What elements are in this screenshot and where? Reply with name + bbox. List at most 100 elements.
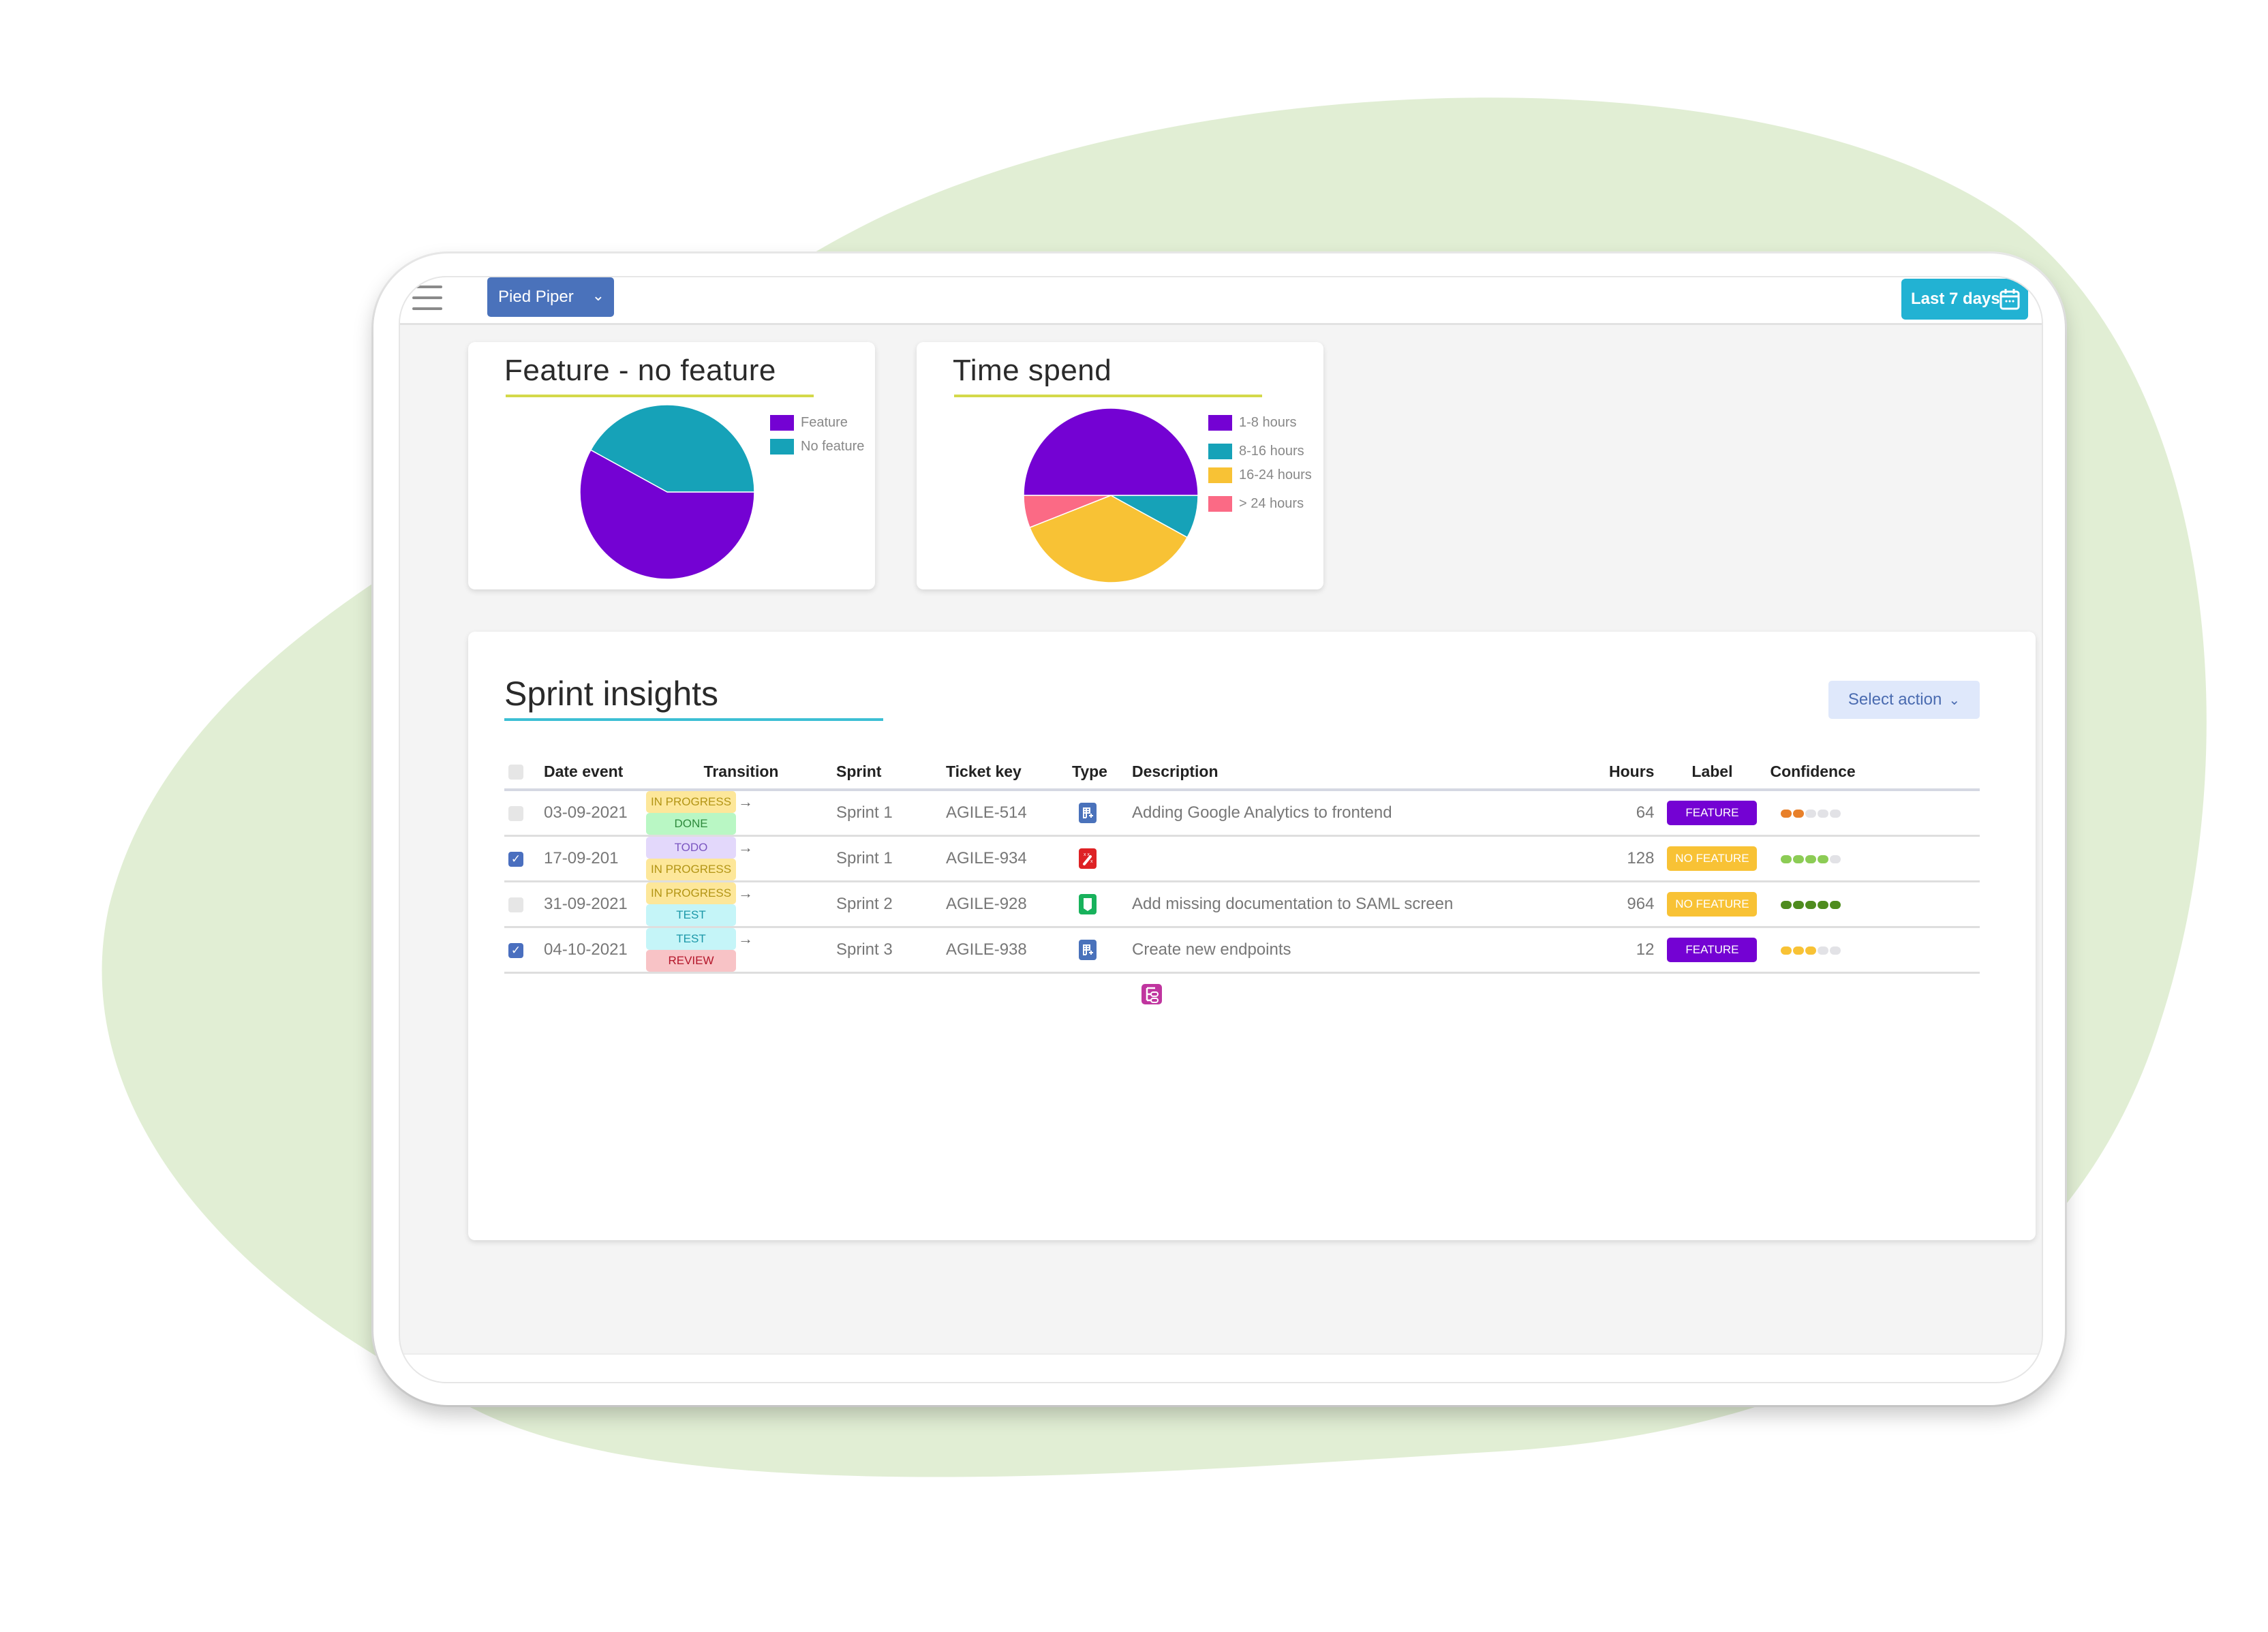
confidence-dot (1793, 810, 1805, 818)
top-bar: Pied Piper ⌄ Last 7 days (400, 277, 2042, 325)
legend-item: 8-16 hours (1208, 444, 1304, 459)
column-type[interactable]: Type (1072, 754, 1132, 791)
legend-item: > 24 hours (1208, 496, 1304, 512)
app-screen: Pied Piper ⌄ Last 7 days Feature - no fe… (399, 276, 2043, 1383)
row-checkbox[interactable]: ✓ (508, 851, 523, 867)
select-all-checkbox[interactable] (508, 765, 523, 780)
date-event-cell: 03-09-2021 (544, 790, 646, 837)
confidence-dot (1830, 855, 1841, 863)
confidence-dot (1830, 810, 1841, 818)
chevron-down-icon: ⌄ (592, 287, 604, 304)
select-action-dropdown[interactable]: Select action ⌄ (1828, 681, 1980, 719)
column-label[interactable]: Label (1654, 754, 1771, 791)
column-hours[interactable]: Hours (1609, 754, 1655, 791)
legend-swatch (1208, 496, 1232, 512)
column-transition[interactable]: Transition (646, 754, 836, 791)
ticket-key-cell[interactable]: AGILE-928 (946, 881, 1072, 928)
confidence-dot (1781, 901, 1792, 909)
row-checkbox[interactable] (508, 897, 523, 912)
status-from-chip: TODO (646, 837, 736, 859)
table-row[interactable]: 31-09-2021 IN PROGRESS →TEST Sprint 2 AGI… (504, 881, 1980, 928)
column-ticket-key[interactable]: Ticket key (946, 754, 1072, 791)
status-to-chip: DONE (646, 813, 736, 835)
table-row[interactable]: ✓ 17-09-201 TODO →IN PROGRESS Sprint 1 AG… (504, 835, 1980, 882)
documentation-icon (1079, 894, 1097, 914)
type-cell (1072, 881, 1132, 928)
label-cell: FEATURE (1654, 927, 1771, 974)
ticket-key-cell[interactable]: AGILE-514 (946, 790, 1072, 837)
confidence-dot (1781, 946, 1792, 955)
hamburger-menu-icon[interactable] (412, 286, 442, 313)
sprint-insights-card: Sprint insights Select action ⌄ Date eve… (468, 632, 2036, 1240)
column-date-event[interactable]: Date event (544, 754, 646, 791)
svg-text:x: x (1090, 859, 1093, 864)
status-from-chip: IN PROGRESS (646, 791, 736, 813)
project-selector[interactable]: Pied Piper ⌄ (487, 277, 614, 317)
confidence-dot (1781, 855, 1792, 863)
title-underline (506, 395, 814, 397)
legend-label: 16-24 hours (1239, 467, 1312, 482)
sprint-cell: Sprint 2 (836, 881, 946, 928)
feature-pie-chart (579, 404, 755, 580)
arrow-right-icon: → (738, 930, 753, 947)
magic-wand-icon: x xx (1079, 848, 1097, 869)
time-spend-pie-chart (1023, 407, 1199, 583)
project-selector-label: Pied Piper (498, 288, 574, 306)
chart-title: Time spend (953, 354, 1112, 387)
label-badge: NO FEATURE (1667, 846, 1758, 871)
confidence-meter (1770, 927, 1980, 974)
hours-cell: 964 (1609, 881, 1655, 928)
confidence-meter (1770, 881, 1980, 928)
hours-cell: 12 (1609, 927, 1655, 974)
confidence-dot (1818, 855, 1829, 863)
date-range-button[interactable]: Last 7 days (1901, 279, 2028, 320)
legend-label: 8-16 hours (1239, 444, 1304, 459)
confidence-dot (1793, 946, 1805, 955)
story-icon (1079, 940, 1097, 960)
arrow-right-icon: → (738, 793, 753, 810)
time-spend-chart-card: Time spend 1-8 hours 8-16 hours 16-24 hour… (917, 342, 1323, 589)
ticket-key-cell[interactable]: AGILE-938 (946, 927, 1072, 974)
confidence-dot (1805, 810, 1817, 818)
date-event-cell: 04-10-2021 (544, 927, 646, 974)
sprint-title-underline (504, 718, 883, 721)
column-confidence[interactable]: Confidence (1770, 754, 1980, 791)
date-event-cell: 17-09-201 (544, 835, 646, 882)
row-checkbox[interactable]: ✓ (508, 942, 523, 958)
label-cell: NO FEATURE (1654, 835, 1771, 882)
sprint-insights-table: Date event Transition Sprint Ticket key … (504, 754, 1980, 974)
date-event-cell: 31-09-2021 (544, 881, 646, 928)
legend-swatch (1208, 415, 1232, 431)
label-badge: FEATURE (1667, 801, 1758, 825)
sprint-cell: Sprint 3 (836, 927, 946, 974)
description-cell (1132, 835, 1609, 882)
legend-swatch (770, 415, 794, 431)
arrow-right-icon: → (738, 839, 753, 856)
pie-slice-1-8-hours (1023, 407, 1199, 496)
table-row[interactable]: 03-09-2021 IN PROGRESS →DONE Sprint 1 AGI… (504, 790, 1980, 837)
confidence-dot (1805, 855, 1817, 863)
confidence-dot (1781, 810, 1792, 818)
label-badge: FEATURE (1667, 938, 1758, 962)
row-checkbox[interactable] (508, 805, 523, 821)
confidence-meter (1770, 835, 1980, 882)
sprint-cell: Sprint 1 (836, 835, 946, 882)
confidence-dot (1793, 855, 1805, 863)
column-description[interactable]: Description (1132, 754, 1609, 791)
legend-label: > 24 hours (1239, 496, 1304, 511)
legend-item: No feature (770, 439, 864, 455)
description-cell: Add missing documentation to SAML screen (1132, 881, 1609, 928)
column-sprint[interactable]: Sprint (836, 754, 946, 791)
date-range-label: Last 7 days (1911, 290, 2000, 308)
tree-structure-icon[interactable] (1141, 984, 1162, 1004)
table-row[interactable]: ✓ 04-10-2021 TEST →REVIEW Sprint 3 AGILE-… (504, 927, 1980, 974)
sprint-cell: Sprint 1 (836, 790, 946, 837)
transition-cell: IN PROGRESS →DONE (646, 790, 836, 837)
description-cell: Adding Google Analytics to frontend (1132, 790, 1609, 837)
hours-cell: 64 (1609, 790, 1655, 837)
confidence-dot (1818, 810, 1829, 818)
legend-item: 16-24 hours (1208, 467, 1312, 483)
legend-label: No feature (801, 439, 865, 454)
ticket-key-cell[interactable]: AGILE-934 (946, 835, 1072, 882)
title-underline (954, 395, 1262, 397)
